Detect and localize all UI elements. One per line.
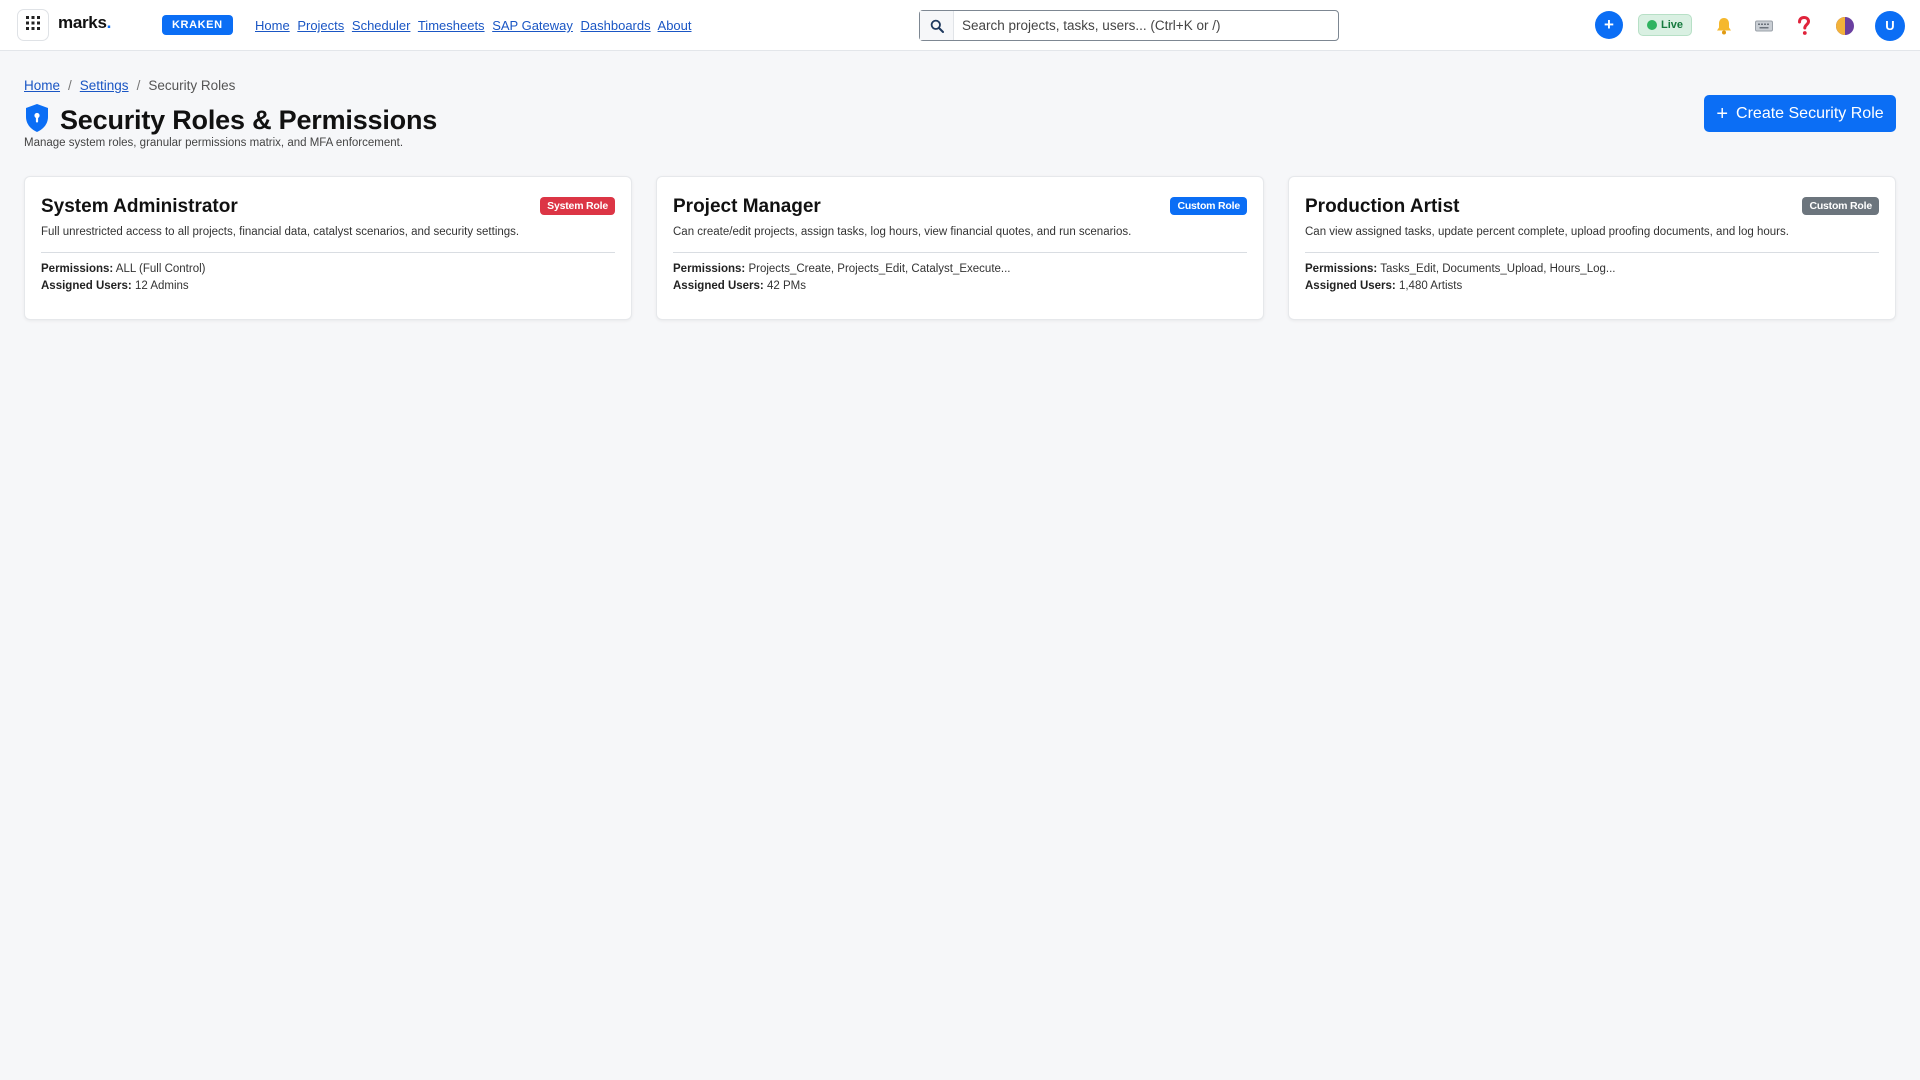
role-assigned-users: Assigned Users: 1,480 Artists: [1305, 280, 1879, 292]
create-button-label: Create Security Role: [1736, 104, 1884, 122]
permissions-value: Projects_Create, Projects_Edit, Catalyst…: [748, 263, 1011, 275]
assigned-users-value: 1,480 Artists: [1398, 280, 1463, 292]
role-type-badge: System Role: [540, 197, 615, 215]
breadcrumb-current: Security Roles: [148, 78, 236, 93]
environment-badge: KRAKEN: [162, 15, 233, 35]
assigned-users-value: 42 PMs: [766, 280, 806, 292]
create-security-role-button[interactable]: + Create Security Role: [1704, 95, 1896, 132]
nav-link-scheduler[interactable]: Scheduler: [352, 18, 411, 33]
permissions-label: Permissions:: [41, 263, 114, 275]
card-divider: [673, 252, 1247, 253]
live-status-badge[interactable]: Live: [1638, 14, 1693, 36]
breadcrumb-home[interactable]: Home: [24, 78, 60, 93]
global-search: [919, 10, 1339, 41]
live-dot-icon: [1647, 20, 1657, 30]
role-name: Project Manager: [673, 196, 821, 217]
shield-icon: [24, 103, 50, 138]
page-subtitle: Manage system roles, granular permission…: [24, 137, 404, 149]
plus-icon: +: [1716, 102, 1729, 125]
live-label: Live: [1661, 19, 1684, 31]
quick-add-button[interactable]: +: [1595, 11, 1623, 39]
card-divider: [41, 252, 615, 253]
assigned-users-value: 12 Admins: [134, 280, 189, 292]
search-input[interactable]: [954, 18, 1338, 33]
breadcrumb-separator: /: [136, 78, 141, 93]
breadcrumb-settings[interactable]: Settings: [80, 78, 129, 93]
nav-link-sap-gateway[interactable]: SAP Gateway: [492, 18, 573, 33]
role-permissions: Permissions: Projects_Create, Projects_E…: [673, 263, 1247, 275]
breadcrumb: Home / Settings / Security Roles: [24, 78, 235, 93]
permissions-value: Tasks_Edit, Documents_Upload, Hours_Log.…: [1380, 263, 1616, 275]
role-type-badge: Custom Role: [1170, 197, 1247, 215]
page-title-row: Security Roles & Permissions: [24, 103, 437, 138]
role-description: Can create/edit projects, assign tasks, …: [673, 226, 1132, 238]
main-nav: Home Projects Scheduler Timesheets SAP G…: [255, 18, 696, 33]
permissions-value: ALL (Full Control): [115, 263, 206, 275]
role-type-badge: Custom Role: [1802, 197, 1879, 215]
nav-link-timesheets[interactable]: Timesheets: [418, 18, 485, 33]
assigned-users-label: Assigned Users:: [41, 280, 132, 292]
user-avatar[interactable]: U: [1875, 11, 1905, 41]
role-assigned-users: Assigned Users: 12 Admins: [41, 280, 615, 292]
role-description: Full unrestricted access to all projects…: [41, 226, 520, 238]
role-permissions: Permissions: Tasks_Edit, Documents_Uploa…: [1305, 263, 1879, 275]
nav-link-about[interactable]: About: [658, 18, 692, 33]
permissions-label: Permissions:: [1305, 263, 1378, 275]
keyboard-icon[interactable]: [1751, 13, 1777, 39]
theme-toggle-icon[interactable]: [1832, 13, 1858, 39]
page-title: Security Roles & Permissions: [60, 105, 438, 135]
role-card-system-administrator[interactable]: System Administrator System Role Full un…: [24, 176, 632, 320]
card-divider: [1305, 252, 1879, 253]
role-description: Can view assigned tasks, update percent …: [1305, 226, 1789, 238]
search-icon: [920, 11, 954, 40]
assigned-users-label: Assigned Users:: [1305, 280, 1396, 292]
nav-link-projects[interactable]: Projects: [297, 18, 344, 33]
role-name: System Administrator: [41, 196, 238, 217]
nav-link-dashboards[interactable]: Dashboards: [581, 18, 651, 33]
bell-icon[interactable]: [1711, 13, 1737, 39]
brand-logo[interactable]: marks.: [58, 13, 111, 33]
logo-text: marks: [58, 13, 107, 32]
role-assigned-users: Assigned Users: 42 PMs: [673, 280, 1247, 292]
role-card-production-artist[interactable]: Production Artist Custom Role Can view a…: [1288, 176, 1896, 320]
grid-icon: [26, 15, 40, 35]
role-card-project-manager[interactable]: Project Manager Custom Role Can create/e…: [656, 176, 1264, 320]
role-permissions: Permissions: ALL (Full Control): [41, 263, 615, 275]
help-icon[interactable]: [1791, 13, 1817, 39]
breadcrumb-separator: /: [68, 78, 72, 93]
top-navigation-bar: marks. KRAKEN Home Projects Scheduler Ti…: [0, 0, 1920, 51]
permissions-label: Permissions:: [673, 263, 746, 275]
role-name: Production Artist: [1305, 196, 1460, 217]
nav-link-home[interactable]: Home: [255, 18, 290, 33]
logo-dot: .: [106, 13, 112, 32]
assigned-users-label: Assigned Users:: [673, 280, 764, 292]
app-launcher-button[interactable]: [17, 9, 49, 41]
